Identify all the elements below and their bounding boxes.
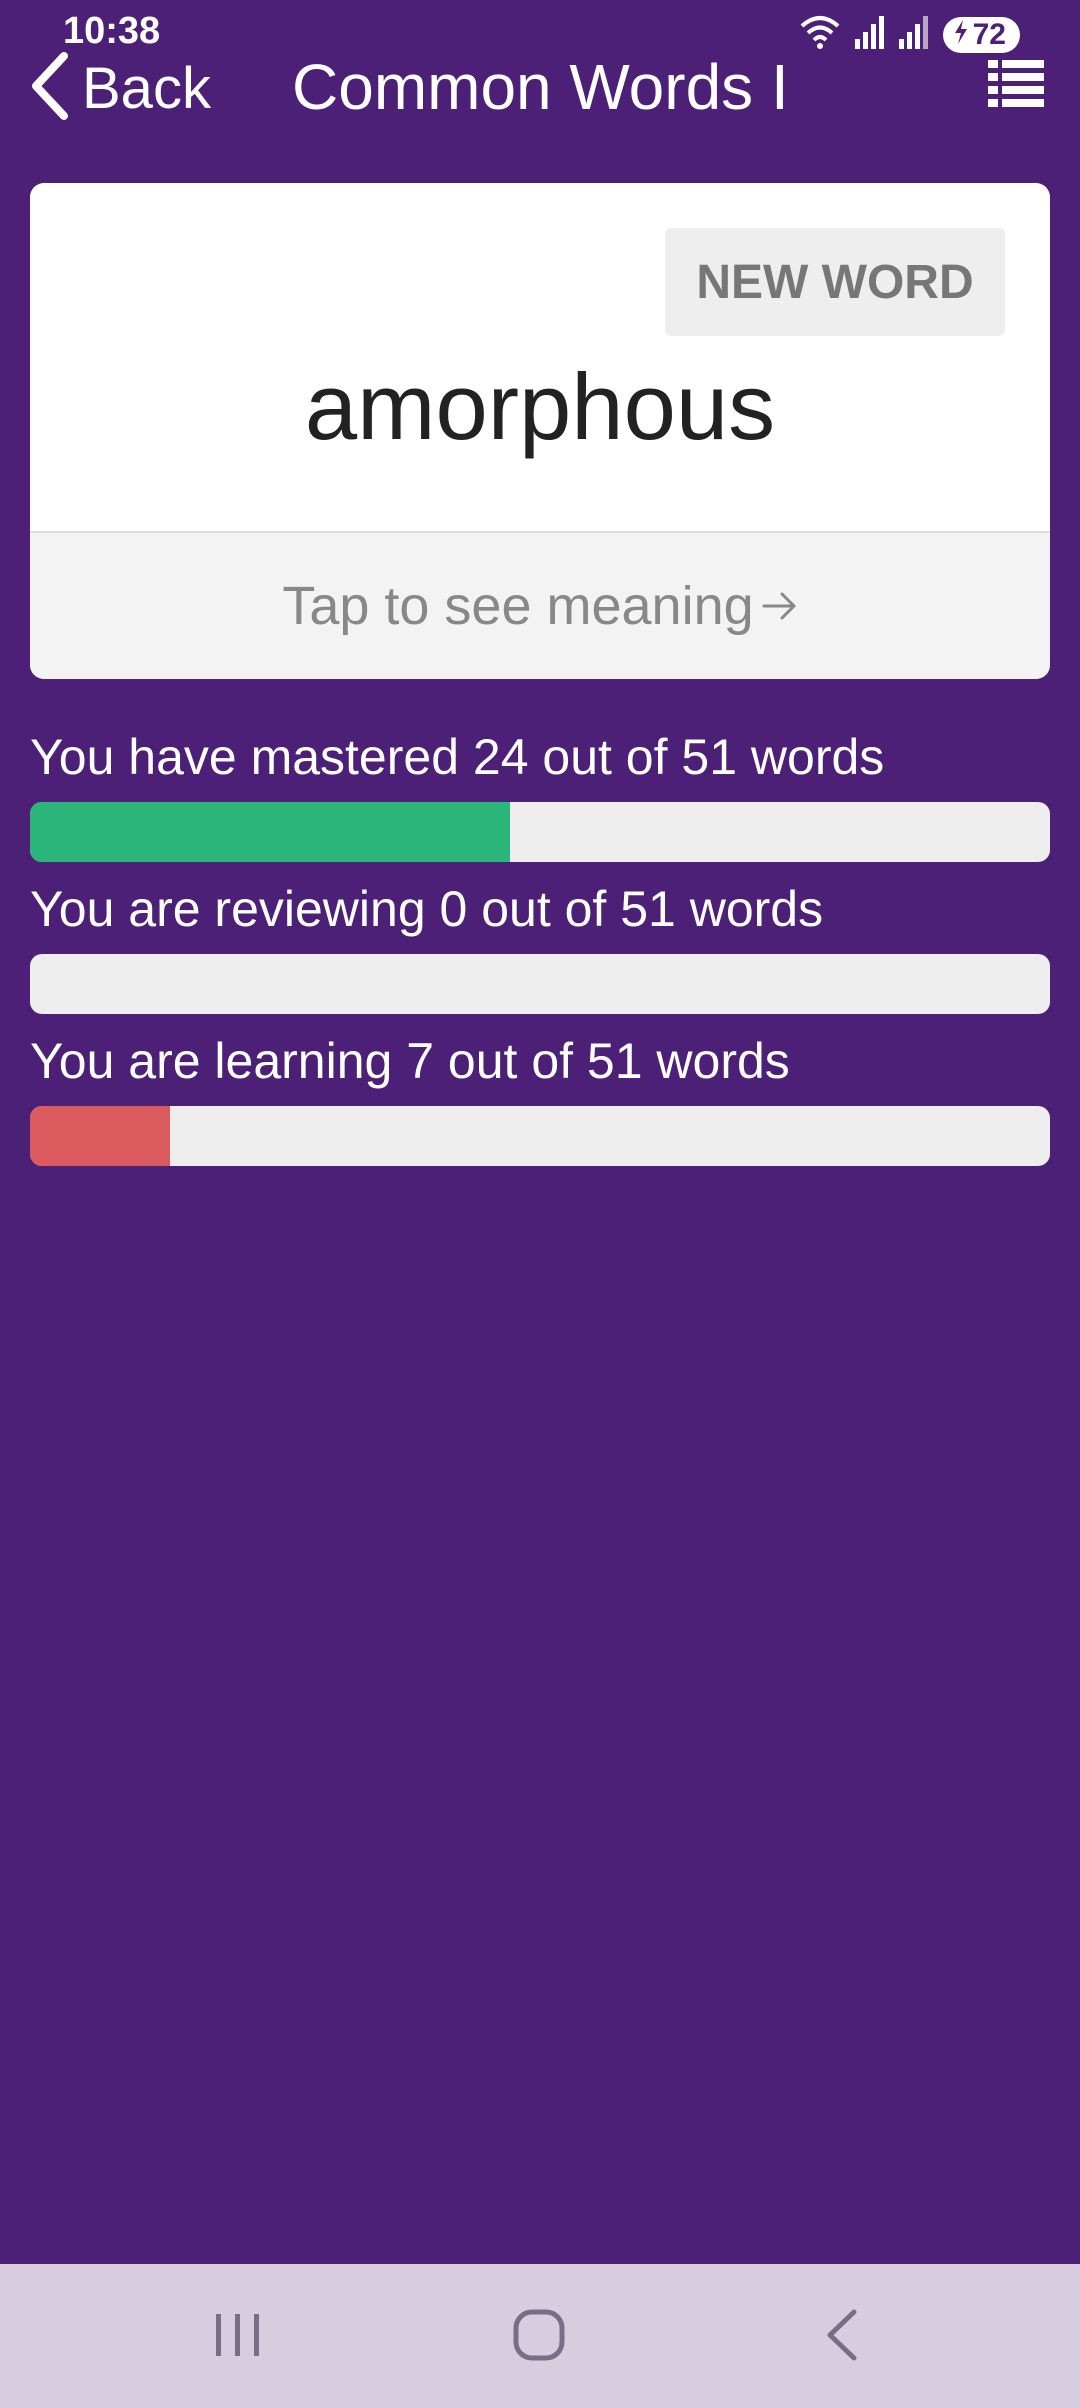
word-list-button[interactable]	[988, 60, 1044, 113]
new-word-button[interactable]: NEW WORD	[665, 228, 1005, 336]
see-meaning-button[interactable]: Tap to see meaning	[30, 531, 1050, 679]
mastered-progress-bar	[30, 802, 1050, 862]
list-icon	[988, 60, 1044, 112]
back-arrow-icon	[814, 2309, 874, 2368]
system-nav-bar	[0, 2264, 1080, 2408]
learning-progress-fill	[30, 1106, 170, 1166]
back-label: Back	[82, 56, 211, 121]
arrow-right-icon	[762, 575, 798, 637]
current-word: amorphous	[304, 354, 776, 459]
page-title: Common Words I	[292, 51, 789, 123]
home-icon	[510, 2309, 570, 2368]
reviewing-label: You are reviewing 0 out of 51 words	[30, 881, 824, 937]
reviewing-progress-bar	[30, 954, 1050, 1014]
learning-label: You are learning 7 out of 51 words	[30, 1033, 790, 1089]
back-button[interactable]: Back	[30, 52, 211, 125]
chevron-left-icon	[30, 52, 70, 125]
recent-apps-icon	[208, 2314, 268, 2368]
mastered-label: You have mastered 24 out of 51 words	[30, 729, 885, 785]
system-back-button[interactable]	[814, 2304, 874, 2369]
home-button[interactable]	[510, 2304, 570, 2369]
see-meaning-label: Tap to see meaning	[282, 576, 754, 636]
mastered-progress-fill	[30, 802, 510, 862]
learning-progress-bar	[30, 1106, 1050, 1166]
app-header: Back Common Words I	[0, 40, 1080, 150]
word-card: NEW WORD amorphous Tap to see meaning	[30, 183, 1050, 679]
recent-apps-button[interactable]	[208, 2304, 268, 2369]
